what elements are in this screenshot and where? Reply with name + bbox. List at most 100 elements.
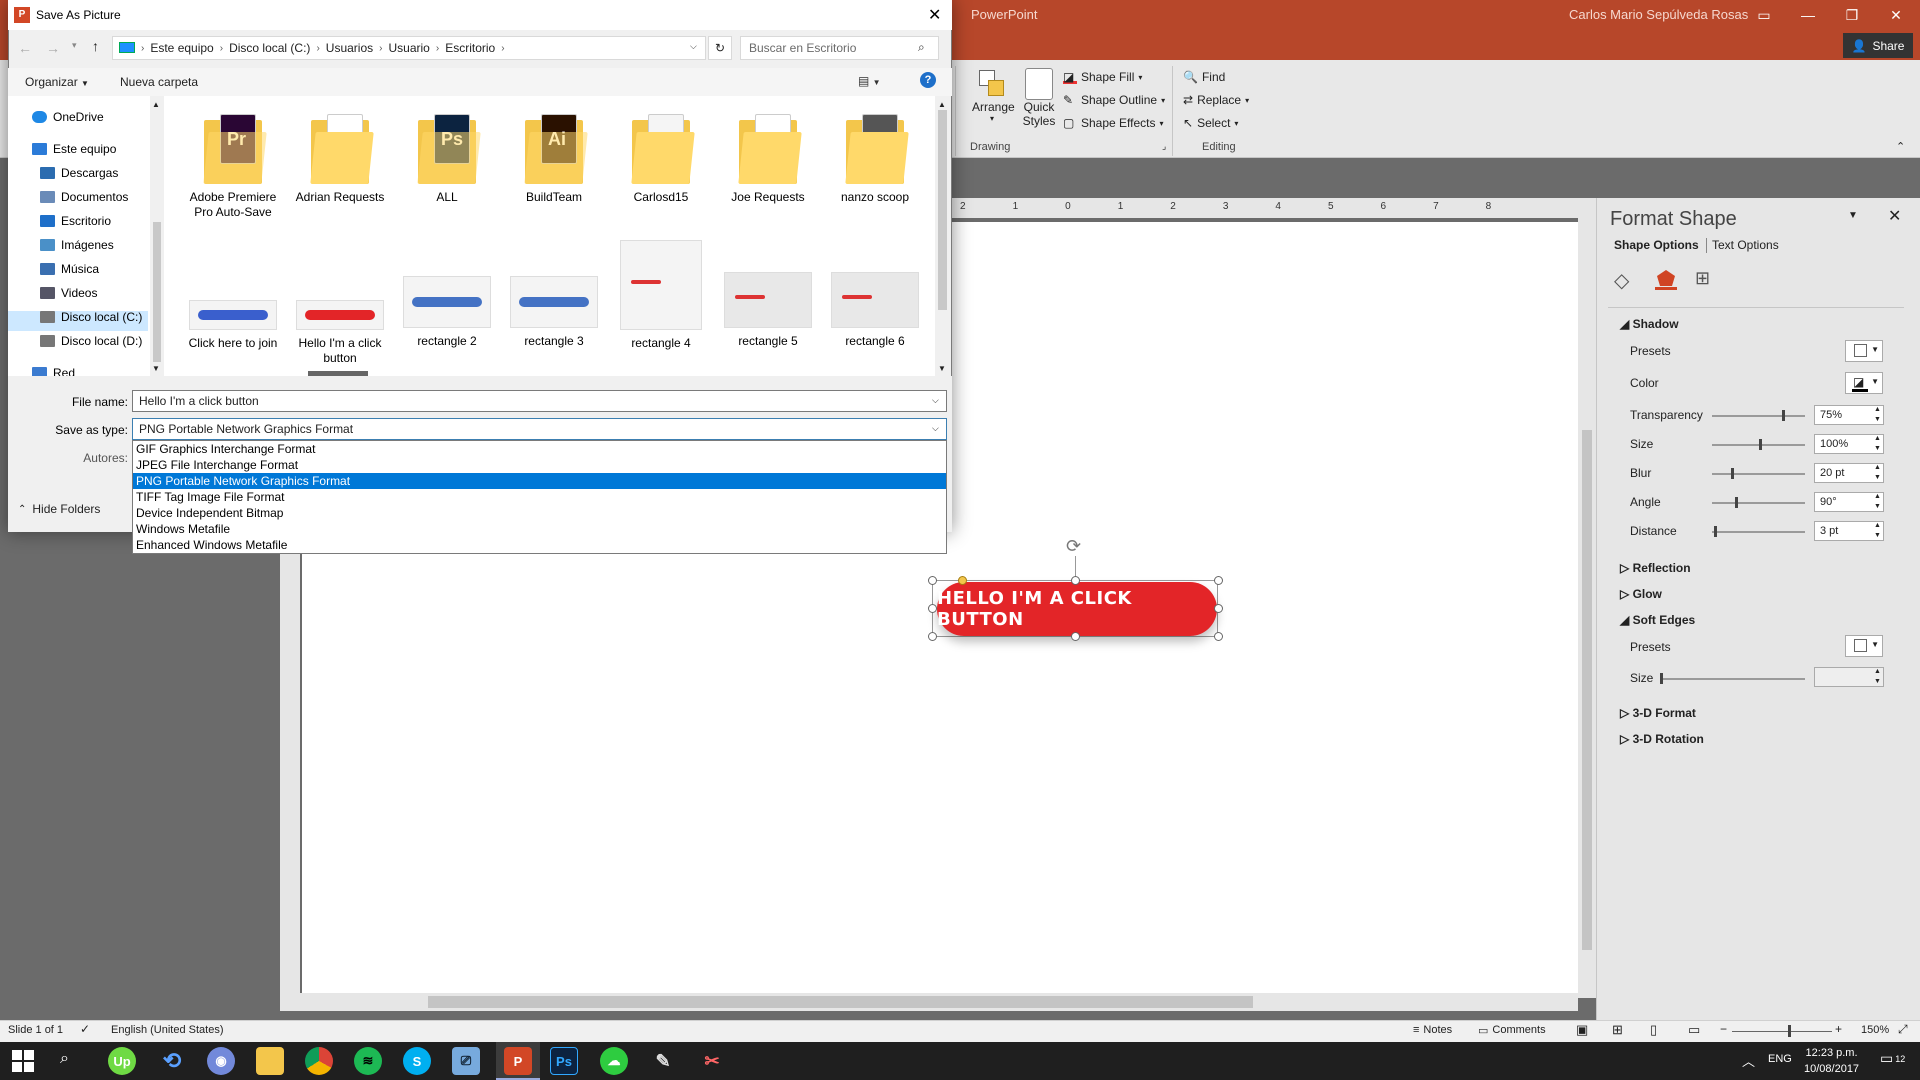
nav-pane-scrollbar[interactable] [150,96,164,376]
breadcrumb-item[interactable]: Este equipo [150,41,213,55]
soft-edges-section-header[interactable]: ◢ Soft Edges [1620,613,1695,627]
file-explorer-icon[interactable] [256,1047,284,1075]
distance-slider[interactable] [1712,526,1805,537]
spotify-icon[interactable]: ≋ [354,1047,382,1075]
3d-format-section-header[interactable]: ▷ 3-D Format [1620,706,1696,720]
action-center-icon[interactable]: ▭ 12 [1880,1050,1905,1067]
folder-item[interactable]: Pr Adobe Premiere Pro Auto-Save [183,112,283,220]
upwork-icon[interactable]: Up [108,1047,136,1075]
resize-handle[interactable] [928,632,937,641]
zoom-level[interactable]: 150% [1861,1024,1889,1036]
comments-button[interactable]: ▭ Comments [1478,1024,1546,1037]
nav-item-im-genes[interactable]: Imágenes [40,238,114,252]
breadcrumb-item[interactable]: Escritorio [445,41,495,55]
help-icon[interactable]: ? [920,72,936,88]
spinner-arrows-icon[interactable]: ▲ ▼ [1874,405,1881,425]
powerpoint-icon[interactable]: P [504,1047,532,1075]
discord-icon[interactable]: ◉ [207,1047,235,1075]
collapse-ribbon-icon[interactable]: ⌃ [1896,140,1905,153]
dialog-close-icon[interactable]: ✕ [928,5,941,25]
snipping-tool-icon[interactable]: ✂ [698,1047,726,1075]
size-properties-icon[interactable]: ⊞ [1695,268,1710,289]
resize-handle[interactable] [1214,576,1223,585]
zoom-out-icon[interactable]: − [1720,1022,1727,1036]
folder-item[interactable]: nanzo scoop [825,112,925,205]
resize-handle[interactable] [928,576,937,585]
angle-slider[interactable] [1712,497,1805,508]
arrange-button[interactable]: Arrange ▾ [972,70,1015,123]
nav-item-disco-local-d-[interactable]: Disco local (D:) [40,334,142,348]
folder-item[interactable]: Ps ALL [397,112,497,205]
cloud-app-icon[interactable]: ☁ [600,1047,628,1075]
new-folder-button[interactable]: Nueva carpeta [120,75,198,89]
address-bar[interactable]: › Este equipo › Disco local (C:) › Usuar… [112,36,706,60]
nav-item-m-sica[interactable]: Música [40,262,99,276]
shape-fill-button[interactable]: ◪ Shape Fill ▾ [1063,66,1142,88]
rotate-handle-icon[interactable]: ⟳ [1066,536,1081,557]
language-status[interactable]: English (United States) [111,1024,224,1036]
photoshop-icon[interactable]: Ps [550,1047,578,1075]
view-options-icon[interactable]: ▤ ▼ [858,74,881,88]
slide-click-button-shape[interactable]: HELLO I'M A CLICK BUTTON [937,582,1217,636]
up-arrow-icon[interactable]: ↑ [92,38,99,54]
zoom-slider-knob[interactable] [1788,1025,1791,1037]
breadcrumb-item[interactable]: Disco local (C:) [229,41,310,55]
reflection-section-header[interactable]: ▷ Reflection [1620,561,1691,575]
resize-handle[interactable] [1214,604,1223,613]
soft-edges-size-slider[interactable] [1660,673,1805,684]
adjust-handle[interactable] [958,576,967,585]
slide-sorter-icon[interactable]: ⊞ [1612,1022,1623,1038]
save-as-type-select[interactable]: PNG Portable Network Graphics Format [132,418,947,440]
slider-knob[interactable] [1713,526,1717,537]
input-language[interactable]: ENG [1768,1053,1792,1065]
tab-shape-options[interactable]: Shape Options [1614,238,1699,252]
address-dropdown-chevron-icon[interactable]: ⌵ [690,41,697,52]
nav-item-este-equipo[interactable]: Este equipo [32,142,116,156]
nav-item-escritorio[interactable]: Escritorio [40,214,111,228]
slider-knob[interactable] [1781,410,1785,421]
nav-item-descargas[interactable]: Descargas [40,166,118,180]
share-button[interactable]: 👤 Share [1843,33,1913,58]
slider-knob[interactable] [1660,673,1663,684]
file-name-input[interactable]: Hello I'm a click button [132,390,947,412]
reading-view-icon[interactable]: ▯ [1650,1022,1657,1038]
scroll-down-icon[interactable]: ▼ [152,364,160,373]
skype-icon[interactable]: S [403,1047,431,1075]
effects-tab-icon[interactable] [1655,268,1677,290]
hide-folders-button[interactable]: ⌃ Hide Folders [18,502,100,516]
nav-item-videos[interactable]: Videos [40,286,97,300]
folder-item[interactable]: Carlosd15 [611,112,711,205]
search-input[interactable]: Buscar en Escritorio [740,36,939,60]
save-type-option[interactable]: JPEG File Interchange Format [133,457,946,473]
close-window-icon[interactable]: ✕ [1874,0,1918,30]
refresh-icon[interactable]: ↻ [708,36,732,60]
quick-styles-button[interactable]: Quick Styles [1020,68,1058,128]
resize-handle[interactable] [928,604,937,613]
replace-button[interactable]: ⇄ Replace ▾ [1183,89,1249,111]
zoom-slider[interactable] [1732,1031,1832,1032]
slide-counter[interactable]: Slide 1 of 1 [8,1024,63,1036]
tray-chevron-icon[interactable]: ︿ [1742,1051,1755,1070]
back-arrow-icon[interactable]: ← [18,40,32,56]
file-item[interactable]: rectangle 4 [611,240,711,351]
zoom-in-icon[interactable]: + [1835,1022,1842,1036]
folder-item[interactable]: Joe Requests [718,112,818,205]
folder-item[interactable]: Adrian Requests [290,112,390,205]
save-type-option[interactable]: Windows Metafile [133,521,946,537]
restore-icon[interactable]: ❐ [1830,0,1874,30]
horizontal-scroll-thumb[interactable] [428,996,1253,1008]
save-type-dropdown-list[interactable]: GIF Graphics Interchange Format JPEG File… [132,440,947,554]
slideshow-icon[interactable]: ▭ [1688,1022,1700,1038]
clock[interactable]: 12:23 p.m. 10/08/2017 [1804,1045,1859,1077]
start-windows-icon[interactable] [12,1050,34,1072]
resize-handle[interactable] [1071,632,1080,641]
glow-section-header[interactable]: ▷ Glow [1620,587,1662,601]
resize-handle[interactable] [1214,632,1223,641]
save-type-option[interactable]: Device Independent Bitmap [133,505,946,521]
notes-app-icon[interactable]: ⎚ [452,1047,480,1075]
organize-button[interactable]: Organizar ▼ [25,75,89,89]
save-type-option[interactable]: Enhanced Windows Metafile [133,537,946,553]
spinner-arrows-icon[interactable]: ▲ ▼ [1874,492,1881,512]
tab-text-options[interactable]: Text Options [1712,238,1779,252]
file-item[interactable]: Click here to join [183,300,283,351]
